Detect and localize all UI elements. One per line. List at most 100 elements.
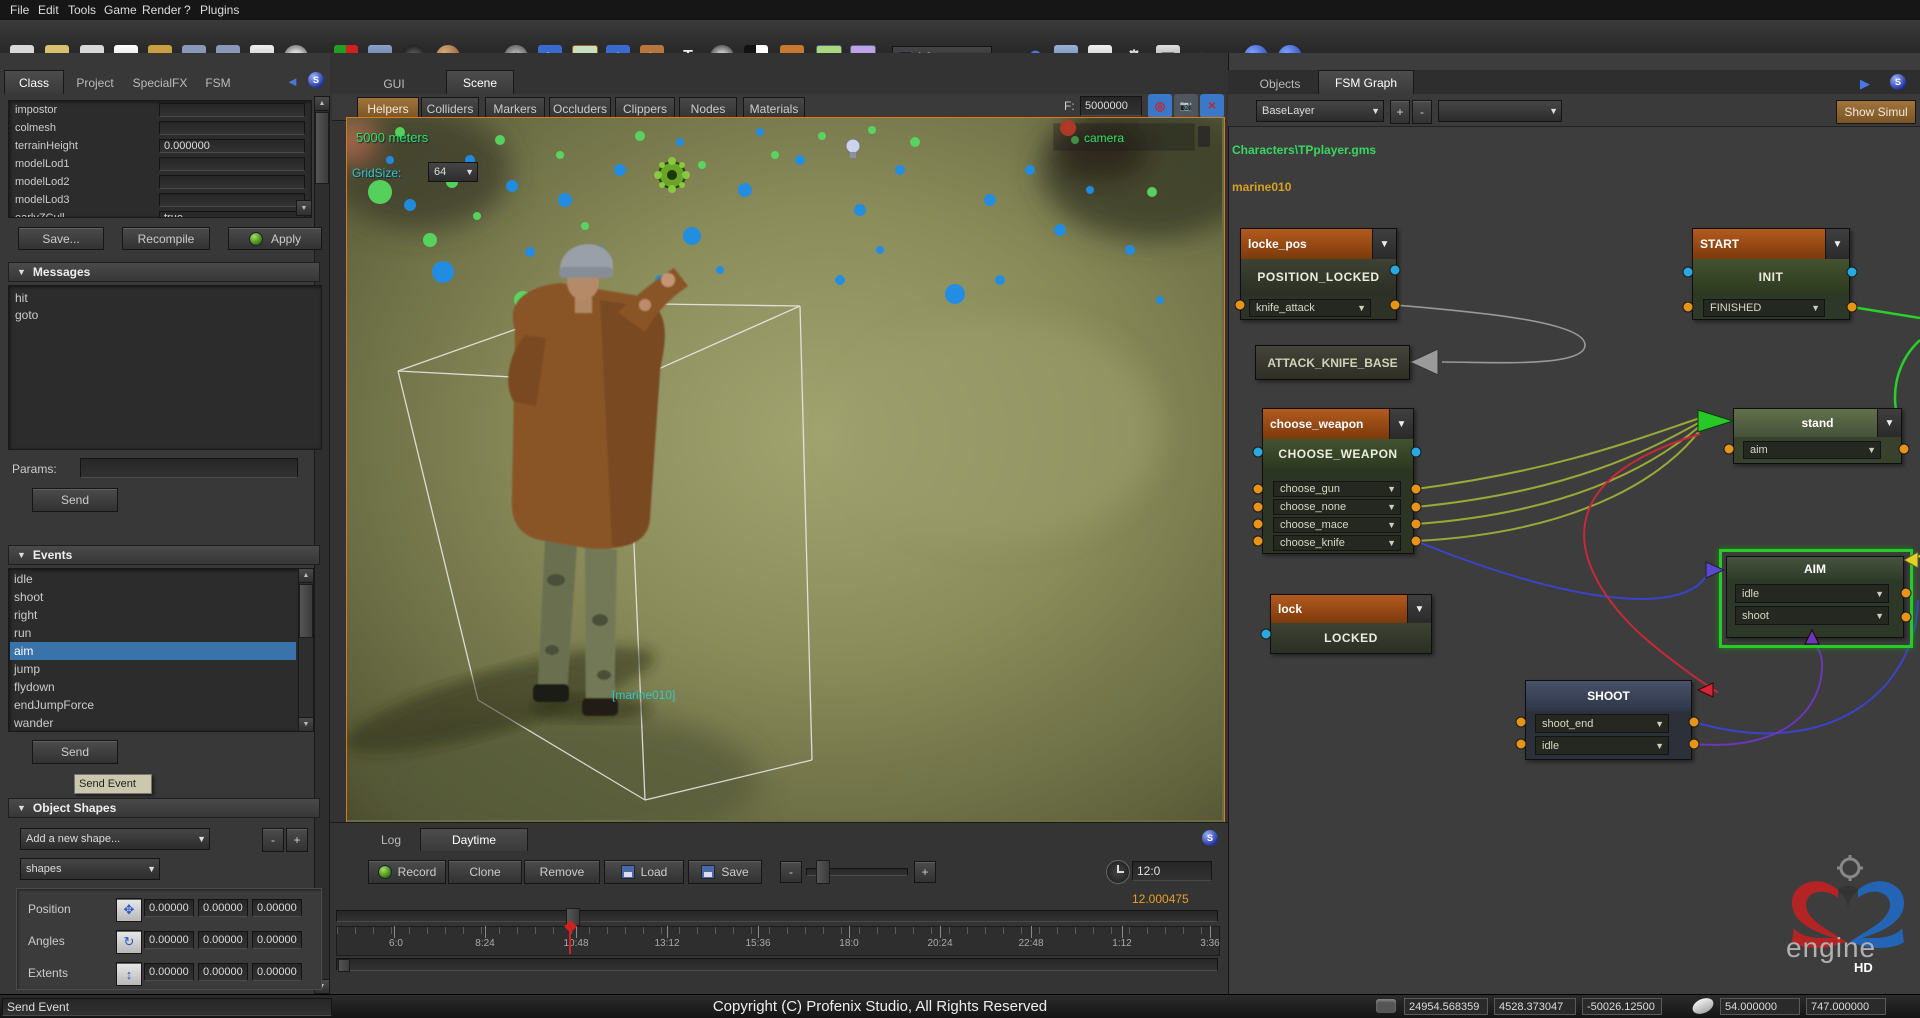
prop-modellod3-value[interactable] [159,193,305,207]
tab-objects[interactable]: Objects [1248,74,1312,94]
left-panel-scroll-up[interactable]: ▲ [314,96,330,111]
tab-fsm[interactable]: FSM [198,73,238,93]
tab-daytime[interactable]: Daytime [420,828,528,851]
choose-gun-dropdown[interactable]: choose_gun▼ [1273,481,1401,497]
choose-mace-dropdown[interactable]: choose_mace▼ [1273,517,1401,533]
events-list[interactable]: idle shoot right run aim jump flydown en… [8,568,300,732]
chevron-down-icon[interactable]: ▼ [1825,229,1849,259]
fsm-node-start[interactable]: START▼ INIT FINISHED▼ [1692,228,1850,320]
stand-aim-dropdown[interactable]: aim▼ [1743,441,1881,459]
collapse-left-icon[interactable]: ◄ [286,74,299,89]
prop-impostor[interactable]: impostor [15,104,57,116]
events-scroll-down[interactable]: ▼ [298,717,314,732]
gridsize-dropdown[interactable]: 64▼ [428,162,478,182]
shoot-idle-dropdown[interactable]: idle▼ [1535,736,1669,755]
tab-project[interactable]: Project [68,73,122,93]
send-event-button[interactable]: Send [32,740,118,764]
knife-attack-dropdown[interactable]: knife_attack▼ [1249,299,1371,317]
menu-game[interactable]: Game [100,2,141,18]
move-icon[interactable]: ✥ [116,898,142,922]
shape-plus-button[interactable]: + [286,828,308,852]
property-scroll-down[interactable]: ▼ [296,200,312,216]
prop-terrainheight-value[interactable]: 0.000000 [159,139,305,153]
message-item[interactable]: goto [15,308,38,322]
f-value-field[interactable]: 5000000 [1080,96,1142,116]
event-shoot[interactable]: shoot [14,590,43,604]
record-button[interactable]: Record [368,860,446,884]
speed-plus-button[interactable]: + [914,861,936,883]
shape-minus-button[interactable]: - [262,828,284,852]
event-idle[interactable]: idle [14,572,33,586]
aim-shoot-dropdown[interactable]: shoot▼ [1735,606,1889,625]
prop-earlyzcull-value[interactable]: true [159,211,305,218]
event-endjumpforce[interactable]: endJumpForce [14,698,94,712]
menu-tools[interactable]: Tools [64,2,100,18]
chevron-down-icon[interactable]: ▼ [1877,409,1901,437]
fsm-node-choose-weapon[interactable]: choose_weapon▼ CHOOSE_WEAPON choose_gun▼… [1262,408,1414,554]
prop-terrainheight[interactable]: terrainHeight [15,140,78,152]
fsm-node-locke-pos[interactable]: locke_pos▼ POSITION_LOCKED knife_attack▼ [1240,228,1397,320]
angles-z-field[interactable]: 0.00000 [252,931,302,949]
recompile-button[interactable]: Recompile [122,227,210,250]
save-anim-button[interactable]: Save [688,860,762,884]
params-input[interactable] [80,458,298,478]
choose-knife-dropdown[interactable]: choose_knife▼ [1273,535,1401,551]
aim-idle-dropdown[interactable]: idle▼ [1735,584,1889,603]
load-button[interactable]: Load [604,860,684,884]
events-header[interactable]: ▼Events [8,545,320,565]
fsm-node-shoot[interactable]: SHOOT shoot_end▼ idle▼ [1525,680,1692,760]
prop-modellod2-value[interactable] [159,175,305,189]
tab-fsm-graph[interactable]: FSM Graph [1318,70,1414,95]
timeline-track[interactable] [336,910,1218,922]
events-scroll-up[interactable]: ▲ [298,568,314,583]
rotate-icon[interactable]: ↻ [116,930,142,954]
camera-marker[interactable] [1054,120,1210,150]
property-list[interactable]: impostor colmesh terrainHeight 0.000000 … [8,100,312,218]
prop-colmesh-value[interactable] [159,121,305,135]
reset-view-icon[interactable]: ✕ [1200,94,1224,118]
time-field[interactable]: 12:0 [1132,861,1212,881]
menu-render[interactable]: Render [138,2,185,18]
menu-plugins[interactable]: Plugins [196,2,243,18]
send-params-button[interactable]: Send [32,488,118,512]
event-flydown[interactable]: flydown [14,680,55,694]
tab-class[interactable]: Class [4,70,64,94]
extents-x-field[interactable]: 0.00000 [144,963,194,981]
prop-colmesh[interactable]: colmesh [15,122,56,134]
menu-help[interactable]: ? [180,2,195,18]
chevron-down-icon[interactable]: ▼ [1389,409,1413,439]
timeline-scroll-handle[interactable] [338,959,350,972]
event-wander[interactable]: wander [14,716,53,730]
extents-y-field[interactable]: 0.00000 [198,963,248,981]
prop-modellod3[interactable]: modelLod3 [15,194,69,206]
menu-edit[interactable]: Edit [34,2,63,18]
event-run[interactable]: run [14,626,31,640]
speed-slider-handle[interactable] [816,860,830,884]
finished-dropdown[interactable]: FINISHED▼ [1703,299,1825,317]
tab-gui[interactable]: GUI [372,74,416,94]
apply-button[interactable]: Apply [228,227,322,250]
remove-button[interactable]: Remove [524,860,600,884]
event-aim-selected[interactable]: aim [10,642,296,660]
shapes-dropdown[interactable]: shapes▼ [20,858,160,880]
scale-icon[interactable]: ↕ [116,962,142,986]
clone-button[interactable]: Clone [448,860,522,884]
tab-specialfx[interactable]: SpecialFX [126,73,194,93]
position-x-field[interactable]: 0.00000 [144,899,194,917]
camera-capture-icon[interactable]: 📷 [1174,94,1198,118]
position-z-field[interactable]: 0.00000 [252,899,302,917]
fsm-node-stand[interactable]: stand▼ aim▼ [1733,408,1902,464]
event-right[interactable]: right [14,608,37,622]
choose-none-dropdown[interactable]: choose_none▼ [1273,499,1401,515]
event-jump[interactable]: jump [14,662,40,676]
prop-modellod2[interactable]: modelLod2 [15,176,69,188]
angles-x-field[interactable]: 0.00000 [144,931,194,949]
position-y-field[interactable]: 0.00000 [198,899,248,917]
chevron-down-icon[interactable]: ▼ [1372,229,1396,259]
shoot-end-dropdown[interactable]: shoot_end▼ [1535,714,1669,733]
add-shape-dropdown[interactable]: Add a new shape...▼ [20,828,210,850]
prop-modellod1[interactable]: modelLod1 [15,158,69,170]
save-button[interactable]: Save... [18,227,104,250]
left-panel-scroll-handle[interactable] [315,112,329,184]
fsm-node-aim[interactable]: AIM idle▼ shoot▼ [1726,556,1904,638]
